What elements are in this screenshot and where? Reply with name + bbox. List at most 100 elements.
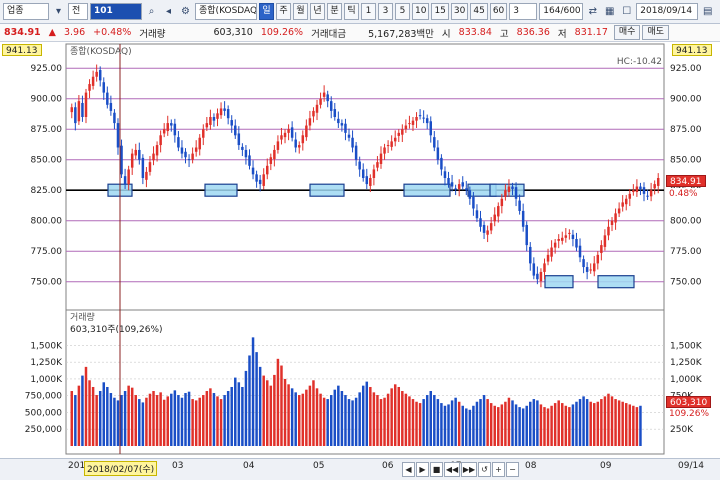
volume-bar bbox=[262, 375, 265, 446]
scroll-right-button[interactable]: ▶ bbox=[416, 462, 429, 477]
volume-bar bbox=[610, 396, 614, 446]
sell-button[interactable]: 매도 bbox=[642, 25, 670, 40]
candle-body bbox=[376, 162, 379, 168]
high-value: 836.36 bbox=[516, 27, 550, 38]
candle-body bbox=[287, 129, 290, 133]
candle-body bbox=[326, 94, 329, 102]
volume-bar bbox=[593, 403, 596, 446]
interval-3[interactable]: 3 bbox=[378, 3, 393, 20]
candle-body bbox=[500, 198, 504, 207]
last-button[interactable]: ▶▶ bbox=[461, 462, 477, 477]
buy-button[interactable]: 매수 bbox=[613, 25, 641, 40]
volume-bar bbox=[205, 391, 209, 446]
candle-body bbox=[344, 123, 347, 133]
candle-body bbox=[138, 149, 141, 160]
volume-bar bbox=[461, 405, 464, 446]
volume-bar bbox=[283, 378, 287, 446]
volume-bar bbox=[212, 393, 216, 446]
interval-input[interactable]: 3 bbox=[509, 3, 538, 20]
candle-body bbox=[415, 117, 418, 121]
type-select[interactable]: 전 bbox=[68, 3, 88, 20]
candle-body bbox=[212, 117, 216, 121]
stock-chart[interactable]: 925.00 925.00 900.00 900.00 875.00 875.00 850.… bbox=[0, 42, 720, 458]
current-volume-tag: 603,310 bbox=[666, 396, 712, 408]
checkbox-icon[interactable]: ☐ bbox=[619, 3, 634, 20]
x-label-1: 03 bbox=[172, 461, 184, 471]
calendar-icon[interactable]: ▤ bbox=[700, 3, 715, 20]
refresh-button[interactable]: ↺ bbox=[478, 462, 491, 477]
volume-bar bbox=[639, 405, 642, 446]
candle-body bbox=[262, 174, 265, 186]
candle-body bbox=[312, 110, 315, 117]
period-month[interactable]: 월 bbox=[293, 3, 308, 20]
candle-body bbox=[198, 137, 201, 150]
volume-bar bbox=[98, 391, 102, 446]
amount-label: 거래대금 bbox=[311, 28, 347, 40]
support-zone-box bbox=[597, 275, 635, 289]
zoom-in-button[interactable]: + bbox=[492, 462, 505, 477]
settings-icon[interactable]: ⚙ bbox=[178, 3, 193, 20]
volume-bar bbox=[529, 401, 532, 446]
candle-body bbox=[557, 239, 560, 241]
count-display[interactable]: 164/600 bbox=[539, 3, 584, 20]
index-name: 종합(KOSDAQ) bbox=[195, 3, 257, 20]
interval-10[interactable]: 10 bbox=[412, 3, 430, 20]
volume-bar bbox=[116, 400, 120, 446]
grid-icon[interactable]: ▦ bbox=[602, 3, 617, 20]
dropdown-arrow-icon[interactable]: ▾ bbox=[51, 3, 66, 20]
stop-button[interactable]: ■ bbox=[430, 462, 443, 477]
volume-bar bbox=[596, 401, 600, 446]
candle-body bbox=[372, 169, 376, 178]
candle-body bbox=[642, 187, 646, 194]
period-minute[interactable]: 분 bbox=[327, 3, 342, 20]
volume-bar bbox=[347, 399, 351, 446]
volume-bar bbox=[404, 393, 408, 446]
interval-5[interactable]: 5 bbox=[395, 3, 410, 20]
volume-bar bbox=[333, 389, 337, 446]
candle-body bbox=[514, 187, 518, 199]
market-select[interactable]: 업종 bbox=[3, 3, 49, 20]
chart-area[interactable]: 925.00 925.00 900.00 900.00 875.00 875.00 850.… bbox=[0, 42, 720, 480]
volume-bar bbox=[450, 400, 454, 446]
candle-body bbox=[393, 137, 397, 142]
hc-label: HC:-10.42 bbox=[617, 57, 662, 67]
candle-body bbox=[81, 102, 84, 117]
volume-bar bbox=[621, 401, 624, 446]
interval-15[interactable]: 15 bbox=[431, 3, 449, 20]
candle-body bbox=[84, 92, 88, 117]
period-year[interactable]: 년 bbox=[310, 3, 325, 20]
sync-icon[interactable]: ⇄ bbox=[585, 3, 600, 20]
x-label-7: 09 bbox=[600, 461, 612, 471]
candle-body bbox=[624, 198, 628, 205]
candle-body bbox=[436, 147, 440, 160]
volume-bar bbox=[177, 395, 180, 446]
interval-45[interactable]: 45 bbox=[470, 3, 488, 20]
period-tick[interactable]: 틱 bbox=[344, 3, 359, 20]
period-day[interactable]: 일 bbox=[259, 3, 274, 20]
price-tick-left: 775.00 bbox=[31, 247, 63, 257]
code-input[interactable]: 101 bbox=[90, 3, 142, 20]
volume-percent: 109.26% bbox=[260, 27, 304, 38]
scroll-left-button[interactable]: ◀ bbox=[402, 462, 415, 477]
volume-bar bbox=[194, 400, 198, 446]
candle-body bbox=[383, 147, 386, 154]
volume-bar bbox=[337, 385, 340, 446]
candle-body bbox=[276, 141, 280, 150]
candle-body bbox=[493, 214, 496, 222]
interval-60[interactable]: 60 bbox=[489, 3, 508, 20]
volume-bar bbox=[411, 399, 415, 446]
first-button[interactable]: ◀◀ bbox=[444, 462, 460, 477]
volume-bar bbox=[287, 384, 290, 446]
interval-1[interactable]: 1 bbox=[361, 3, 376, 20]
date-input[interactable]: 2018/09/14 bbox=[636, 3, 699, 20]
search-icon[interactable]: ⌕ bbox=[144, 3, 159, 20]
period-week[interactable]: 주 bbox=[276, 3, 291, 20]
volume-bar bbox=[546, 408, 550, 446]
speaker-icon[interactable]: ◂ bbox=[161, 3, 176, 20]
zoom-out-button[interactable]: − bbox=[506, 462, 519, 477]
volume-bar bbox=[425, 395, 429, 446]
volume-bar bbox=[209, 388, 212, 446]
interval-30[interactable]: 30 bbox=[450, 3, 469, 20]
price-tick-right: 750.00 bbox=[670, 278, 702, 288]
candle-body bbox=[632, 190, 635, 193]
